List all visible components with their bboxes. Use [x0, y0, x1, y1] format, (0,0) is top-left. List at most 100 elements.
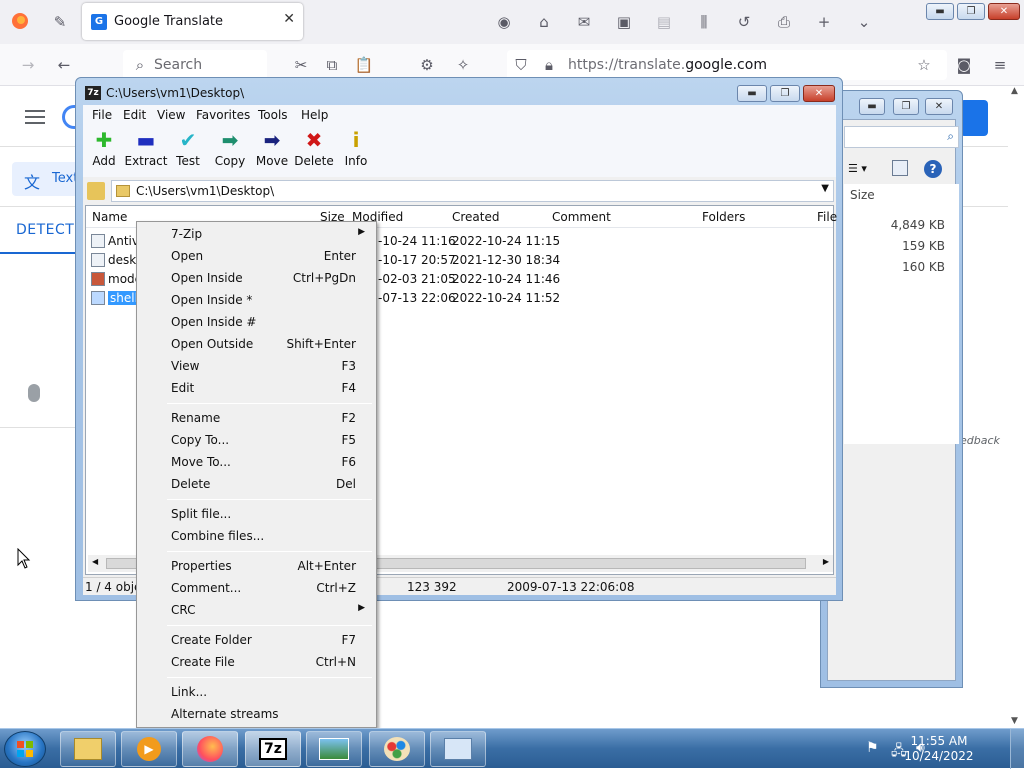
extensions-puzzle-icon[interactable]: ✧ [453, 55, 473, 75]
menu-item-view[interactable]: View F3 [140, 355, 375, 377]
menu-item-create-file[interactable]: Create File Ctrl+N [140, 651, 375, 673]
menu-favorites[interactable]: Favorites [196, 108, 250, 122]
action-center-flag-icon[interactable]: ⚑ [866, 740, 879, 756]
win2-size-header[interactable]: Size [850, 188, 875, 202]
extension-icon[interactable]: ✎ [50, 12, 70, 32]
test-button[interactable]: ✔ Test [166, 129, 210, 168]
col-created[interactable]: Created [452, 210, 500, 224]
close-button[interactable]: ✕ [803, 85, 835, 102]
delete-button[interactable]: ✖ Delete [292, 129, 336, 168]
url-bar[interactable]: ⛉ 🔒︎ https://translate.google.com [507, 50, 947, 80]
scroll-up-icon[interactable]: ▲ [1011, 86, 1018, 96]
menu-view[interactable]: View [157, 108, 185, 122]
menu-item-open-inside-star[interactable]: Open Inside * [140, 289, 375, 311]
win2-search-icon[interactable]: ⌕ [947, 129, 954, 144]
system-clock[interactable]: 11:55 AM 10/24/2022 [904, 734, 974, 764]
copy-icon[interactable]: ⧉ [322, 55, 342, 75]
maximize-button[interactable]: ❐ [770, 85, 800, 102]
menu-edit[interactable]: Edit [123, 108, 146, 122]
menu-item-delete[interactable]: Delete Del [140, 473, 375, 495]
win2-minimize-button[interactable]: ▬ [859, 98, 885, 115]
tracking-shield-icon[interactable]: ⛉ [511, 55, 531, 75]
extract-button[interactable]: ▬ Extract [124, 129, 168, 168]
taskbar-paint[interactable] [369, 731, 425, 767]
win2-pane-icon[interactable] [892, 160, 908, 176]
taskbar-media-player[interactable]: ▶ [121, 731, 177, 767]
menu-item-split-file[interactable]: Split file... [140, 503, 375, 525]
menu-item-comment[interactable]: Comment... Ctrl+Z [140, 577, 375, 599]
menu-item-edit[interactable]: Edit F4 [140, 377, 375, 399]
show-desktop-button[interactable] [1010, 729, 1024, 769]
col-comment[interactable]: Comment [552, 210, 611, 224]
hamburger-menu-icon[interactable]: ≡ [990, 55, 1010, 75]
sign-in-button[interactable] [960, 100, 988, 136]
win2-maximize-button[interactable]: ❐ [893, 98, 919, 115]
col-folders[interactable]: Folders [702, 210, 745, 224]
text-tab[interactable]: 文 Text [12, 162, 78, 196]
cut-icon[interactable]: ✂ [291, 55, 311, 75]
menu-tools[interactable]: Tools [258, 108, 288, 122]
menu-item-copy-to[interactable]: Copy To... F5 [140, 429, 375, 451]
menu-item-move-to[interactable]: Move To... F6 [140, 451, 375, 473]
tab-close-icon[interactable]: ✕ [283, 11, 295, 27]
menu-item-link[interactable]: Link... [140, 681, 375, 703]
address-dropdown-icon[interactable]: ▼ [821, 183, 829, 194]
scroll-down-icon[interactable]: ▼ [1011, 716, 1018, 726]
browser-maximize-button[interactable]: ❐ [957, 3, 985, 20]
history-icon[interactable]: ↺ [734, 12, 754, 32]
home-icon[interactable]: ⌂ [534, 12, 554, 32]
back-icon[interactable]: ← [54, 55, 74, 75]
folder-up-icon[interactable] [87, 182, 105, 200]
list-all-tabs-icon[interactable]: ⌄ [854, 12, 874, 32]
menu-item-7zip[interactable]: 7-Zip ▶ [140, 223, 375, 245]
taskbar-firefox[interactable] [182, 731, 238, 767]
menu-item-open[interactable]: Open Enter [140, 245, 375, 267]
address-field[interactable]: C:\Users\vm1\Desktop\ ▼ [111, 180, 834, 202]
menu-file[interactable]: File [92, 108, 112, 122]
print-icon[interactable]: ⎙ [774, 12, 794, 32]
pocket-save-icon[interactable]: ◙ [954, 55, 974, 75]
menu-item-rename[interactable]: Rename F2 [140, 407, 375, 429]
hamburger-icon[interactable] [25, 110, 45, 124]
menu-item-open-inside-hash[interactable]: Open Inside # [140, 311, 375, 333]
browser-tab-google-translate[interactable]: G Google Translate ✕ [82, 3, 303, 40]
menu-item-open-outside[interactable]: Open Outside Shift+Enter [140, 333, 375, 355]
mail-icon[interactable]: ✉ [574, 12, 594, 32]
win2-help-icon[interactable]: ? [924, 160, 942, 178]
taskbar-explorer[interactable] [60, 731, 116, 767]
lock-icon[interactable]: 🔒︎ [539, 55, 559, 75]
win2-view-dropdown-icon[interactable]: ☰ ▾ [848, 162, 867, 175]
scroll-right-icon[interactable]: ▶ [823, 557, 829, 566]
menu-item-crc[interactable]: CRC ▶ [140, 599, 375, 621]
browser-close-button[interactable]: ✕ [988, 3, 1020, 20]
start-button[interactable] [4, 731, 46, 767]
add-button[interactable]: ✚ Add [82, 129, 126, 168]
search-box[interactable]: ⌕ Search [123, 50, 267, 80]
info-button[interactable]: i Info [334, 129, 378, 168]
send-feedback-link[interactable]: edback [960, 434, 1000, 447]
menu-item-open-inside[interactable]: Open Inside Ctrl+PgDn [140, 267, 375, 289]
pocket-icon[interactable]: ▣ [614, 12, 634, 32]
reader-icon[interactable]: ▤ [654, 12, 674, 32]
taskbar-control-panel[interactable] [430, 731, 486, 767]
menu-help[interactable]: Help [301, 108, 328, 122]
menu-item-alternate-streams[interactable]: Alternate streams [140, 703, 375, 725]
microphone-icon[interactable] [28, 384, 40, 402]
menu-item-create-folder[interactable]: Create Folder F7 [140, 629, 375, 651]
menu-item-properties[interactable]: Properties Alt+Enter [140, 555, 375, 577]
taskbar-7zip[interactable]: 7z [245, 731, 301, 767]
win2-close-button[interactable]: ✕ [925, 98, 953, 115]
col-files[interactable]: File [817, 210, 837, 224]
taskbar-photo-viewer[interactable] [306, 731, 362, 767]
minimize-button[interactable]: ▬ [737, 85, 767, 102]
menu-item-combine-files[interactable]: Combine files... [140, 525, 375, 547]
settings-gear-icon[interactable]: ⚙ [417, 55, 437, 75]
win2-search-field[interactable]: ⌕ [844, 126, 959, 148]
browser-minimize-button[interactable]: ▬ [926, 3, 954, 20]
move-button[interactable]: ➡ Move [250, 129, 294, 168]
library-icon[interactable]: ⫼ [694, 12, 714, 32]
scroll-left-icon[interactable]: ◀ [92, 557, 98, 566]
copy-button[interactable]: ➡ Copy [208, 129, 252, 168]
new-tab-icon[interactable]: + [814, 12, 834, 32]
page-scrollbar[interactable]: ▲ ▼ [1008, 86, 1024, 728]
